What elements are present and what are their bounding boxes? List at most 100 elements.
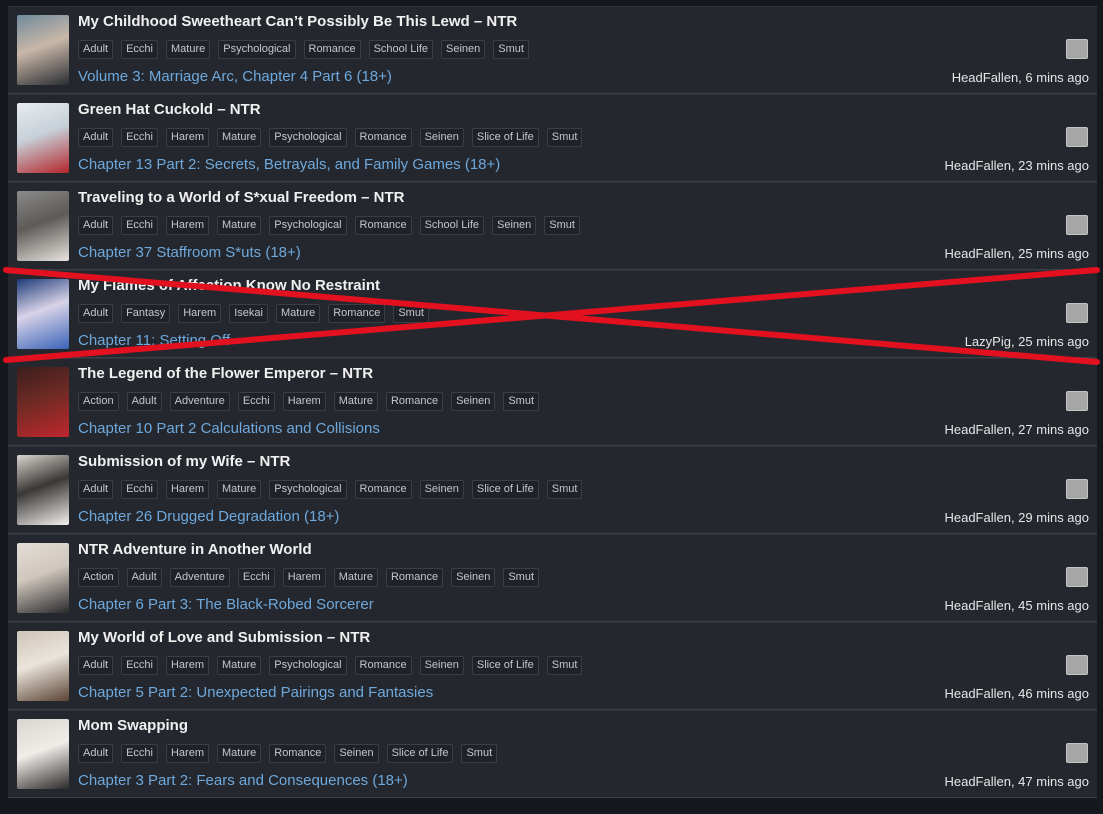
select-checkbox[interactable] [1066,391,1088,411]
genre-tag[interactable]: Romance [269,744,327,763]
genre-tag[interactable]: Seinen [419,656,464,675]
genre-tag[interactable]: Psychological [269,656,347,675]
genre-tag[interactable]: Psychological [218,40,296,59]
select-checkbox[interactable] [1066,39,1088,59]
genre-tag[interactable]: Adult [78,128,114,147]
genre-tag[interactable]: Psychological [269,480,347,499]
genre-tag[interactable]: Mature [333,568,378,587]
genre-tag[interactable]: Adventure [169,392,230,411]
series-title[interactable]: NTR Adventure in Another World [78,541,312,558]
select-checkbox[interactable] [1066,743,1088,763]
genre-tag[interactable]: Seinen [334,744,379,763]
genre-tag[interactable]: Seinen [451,568,496,587]
genre-tag[interactable]: Mature [333,392,378,411]
genre-tag[interactable]: Mature [217,480,262,499]
genre-tag[interactable]: Psychological [269,216,347,235]
genre-tag[interactable]: Harem [282,392,326,411]
genre-tag[interactable]: Ecchi [121,128,158,147]
genre-tag[interactable]: Adult [78,480,114,499]
genre-tag[interactable]: Mature [217,216,262,235]
genre-tag[interactable]: Ecchi [121,656,158,675]
genre-tag[interactable]: Romance [303,40,361,59]
genre-tag[interactable]: Smut [503,568,540,587]
series-title[interactable]: The Legend of the Flower Emperor – NTR [78,365,373,382]
cover-thumbnail[interactable] [17,455,69,525]
genre-tag[interactable]: Smut [546,128,583,147]
genre-tag[interactable]: Smut [493,40,529,59]
genre-tag[interactable]: Slice of Life [471,656,539,675]
genre-tag[interactable]: Adult [126,392,162,411]
genre-tag[interactable]: Seinen [441,40,486,59]
genre-tag[interactable]: Smut [461,744,498,763]
genre-tag[interactable]: Smut [546,480,583,499]
genre-tag[interactable]: Mature [165,40,211,59]
cover-thumbnail[interactable] [17,15,69,85]
select-checkbox[interactable] [1066,479,1088,499]
genre-tag[interactable]: Smut [393,304,429,323]
chapter-link[interactable]: Chapter 26 Drugged Degradation (18+) [78,508,339,525]
genre-tag[interactable]: Harem [178,304,222,323]
cover-thumbnail[interactable] [17,367,69,437]
genre-tag[interactable]: Harem [165,216,209,235]
select-checkbox[interactable] [1066,215,1088,235]
genre-tag[interactable]: Isekai [229,304,268,323]
genre-tag[interactable]: Adult [78,40,114,59]
genre-tag[interactable]: Romance [354,480,412,499]
genre-tag[interactable]: Adult [78,304,114,323]
genre-tag[interactable]: Harem [282,568,326,587]
cover-thumbnail[interactable] [17,103,69,173]
genre-tag[interactable]: Smut [503,392,540,411]
genre-tag[interactable]: Romance [354,128,412,147]
genre-tag[interactable]: Harem [165,128,209,147]
genre-tag[interactable]: Harem [165,480,209,499]
select-checkbox[interactable] [1066,127,1088,147]
genre-tag[interactable]: Harem [165,656,209,675]
chapter-link[interactable]: Chapter 5 Part 2: Unexpected Pairings an… [78,684,433,701]
select-checkbox[interactable] [1066,655,1088,675]
genre-tag[interactable]: Seinen [451,392,496,411]
cover-thumbnail[interactable] [17,543,69,613]
select-checkbox[interactable] [1066,567,1088,587]
cover-thumbnail[interactable] [17,631,69,701]
cover-thumbnail[interactable] [17,719,69,789]
genre-tag[interactable]: Romance [385,568,444,587]
genre-tag[interactable]: Romance [354,216,412,235]
genre-tag[interactable]: Ecchi [237,392,275,411]
genre-tag[interactable]: Mature [217,128,262,147]
genre-tag[interactable]: Romance [385,392,444,411]
genre-tag[interactable]: Slice of Life [471,128,539,147]
genre-tag[interactable]: Ecchi [121,40,158,59]
genre-tag[interactable]: Adult [78,744,114,763]
genre-tag[interactable]: Seinen [419,480,464,499]
genre-tag[interactable]: Slice of Life [471,480,539,499]
chapter-link[interactable]: Chapter 37 Staffroom S*uts (18+) [78,244,301,261]
genre-tag[interactable]: Ecchi [121,744,158,763]
series-title[interactable]: Traveling to a World of S*xual Freedom –… [78,189,404,206]
chapter-link[interactable]: Chapter 13 Part 2: Secrets, Betrayals, a… [78,156,500,173]
genre-tag[interactable]: Fantasy [121,304,171,323]
select-checkbox[interactable] [1066,303,1088,323]
genre-tag[interactable]: Ecchi [121,216,158,235]
genre-tag[interactable]: Romance [354,656,412,675]
chapter-link[interactable]: Volume 3: Marriage Arc, Chapter 4 Part 6… [78,68,392,85]
genre-tag[interactable]: Adult [126,568,162,587]
chapter-link[interactable]: Chapter 6 Part 3: The Black-Robed Sorcer… [78,596,374,613]
series-title[interactable]: Submission of my Wife – NTR [78,453,290,470]
genre-tag[interactable]: Smut [544,216,580,235]
genre-tag[interactable]: Seinen [419,128,464,147]
series-title[interactable]: My World of Love and Submission – NTR [78,629,370,646]
genre-tag[interactable]: Ecchi [121,480,158,499]
chapter-link[interactable]: Chapter 3 Part 2: Fears and Consequences… [78,772,408,789]
genre-tag[interactable]: Action [78,568,119,587]
chapter-link[interactable]: Chapter 11: Setting Off [78,332,230,349]
genre-tag[interactable]: Adult [78,216,114,235]
cover-thumbnail[interactable] [17,279,69,349]
genre-tag[interactable]: Seinen [492,216,537,235]
series-title[interactable]: Mom Swapping [78,717,188,734]
genre-tag[interactable]: Mature [275,304,321,323]
genre-tag[interactable]: Smut [546,656,583,675]
genre-tag[interactable]: Adult [78,656,114,675]
genre-tag[interactable]: Mature [217,656,262,675]
cover-thumbnail[interactable] [17,191,69,261]
genre-tag[interactable]: Harem [165,744,209,763]
